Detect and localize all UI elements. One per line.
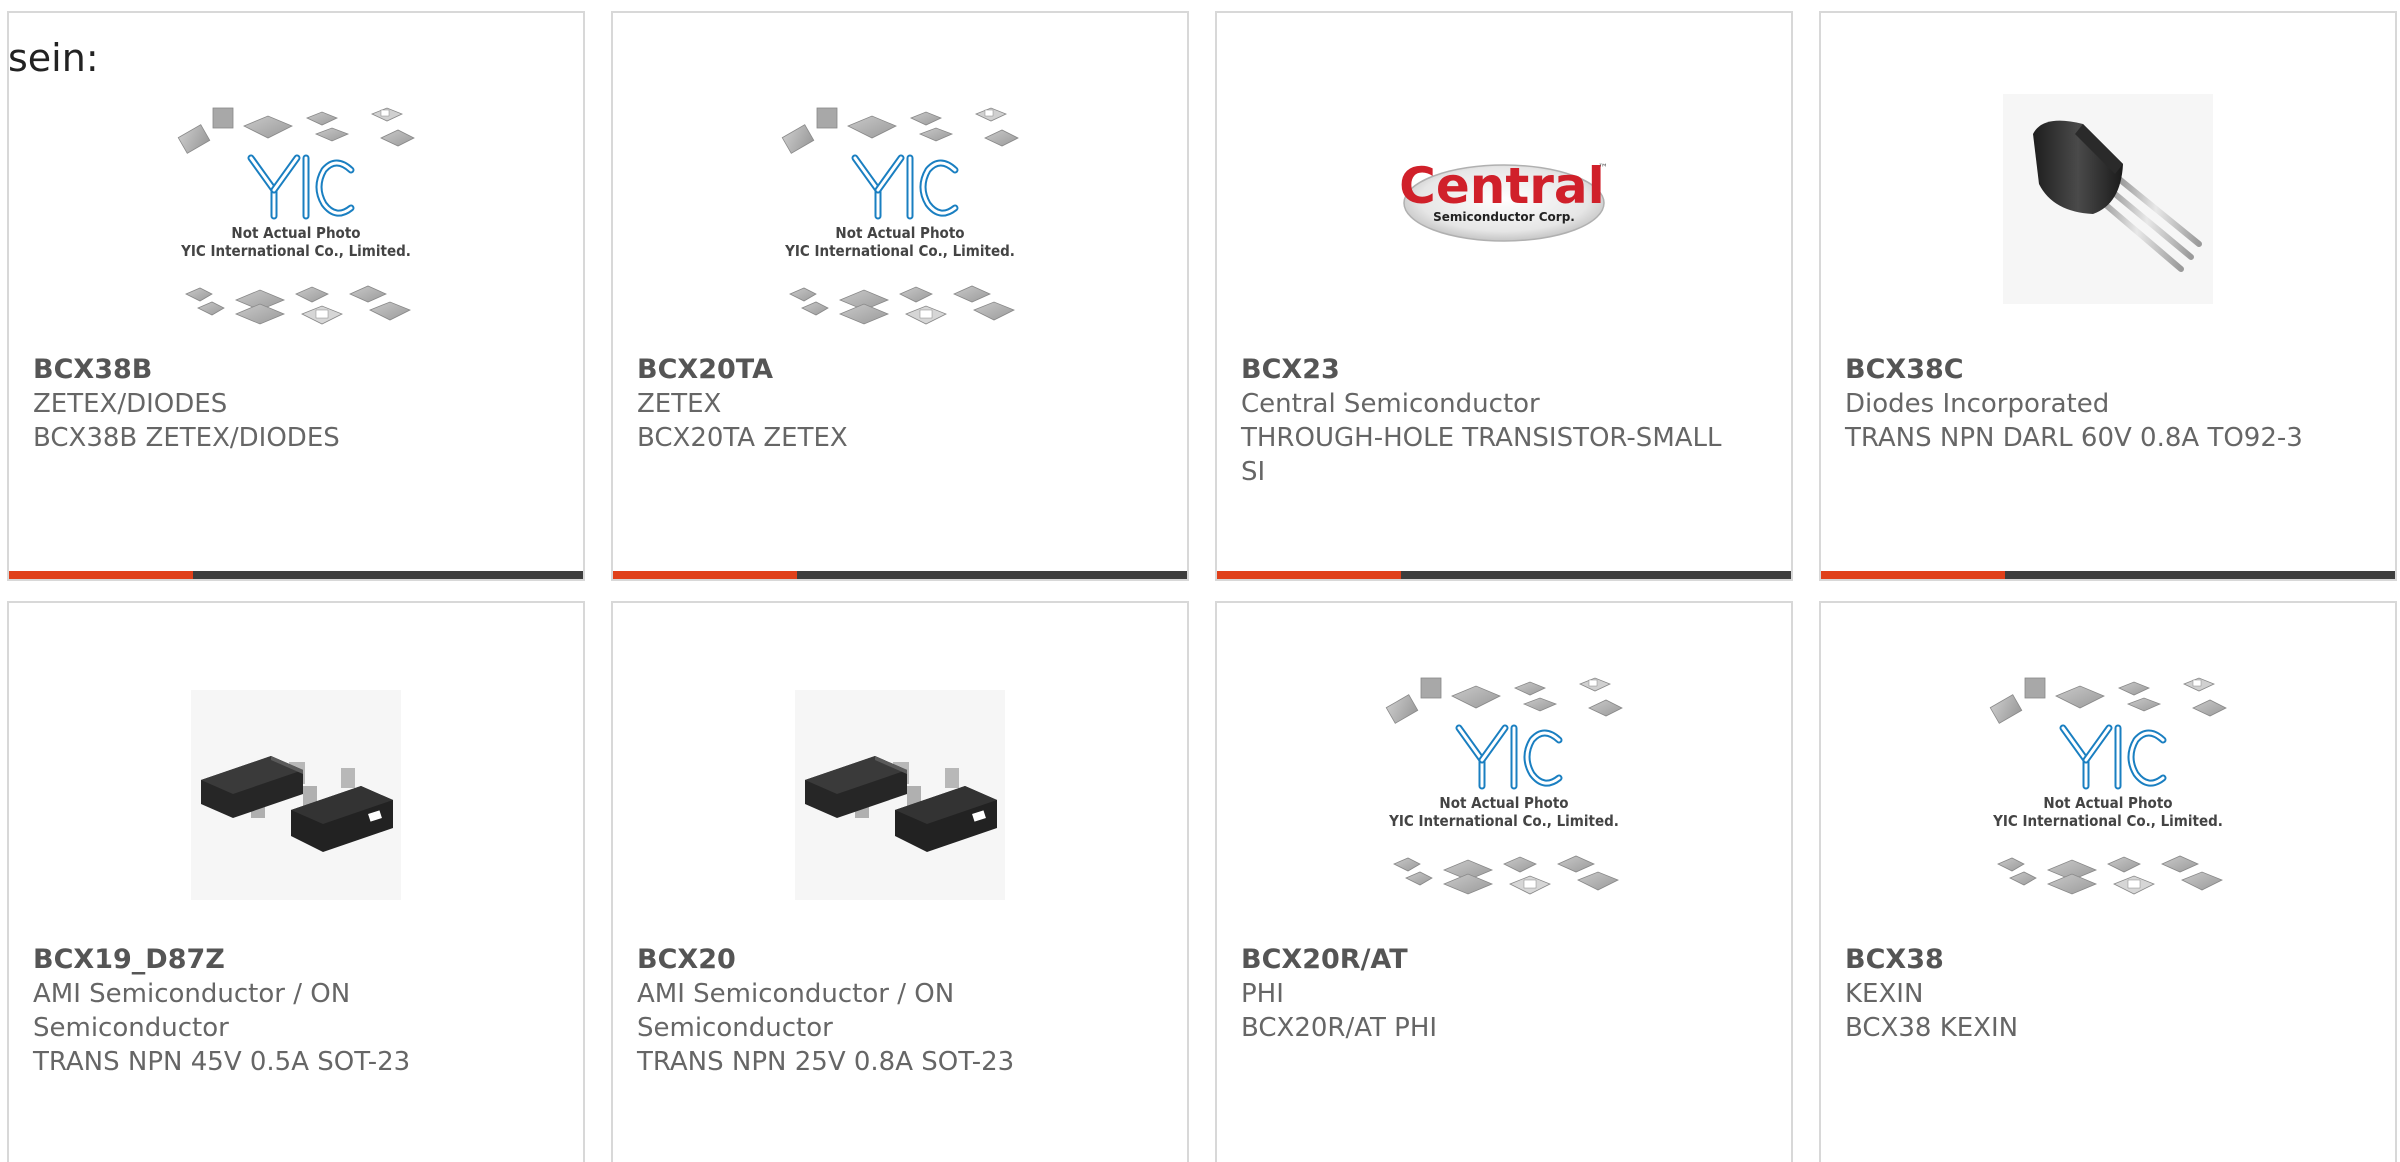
- card-bottom-bar: [9, 571, 583, 579]
- chip-icons-bottom: [1393, 855, 1619, 895]
- card-accent-bar: [9, 571, 193, 579]
- product-info: BCX38C Diodes Incorporated TRANS NPN DAR…: [1845, 353, 2355, 455]
- product-description: BCX38B ZETEX/DIODES: [33, 423, 340, 453]
- part-number-link[interactable]: BCX23: [1241, 353, 1751, 387]
- manufacturer-label: Central Semiconductor: [1241, 389, 1540, 419]
- product-thumbnail[interactable]: Not Actual Photo YIC International Co., …: [1968, 668, 2248, 922]
- card-accent-bar: [1217, 571, 1401, 579]
- product-thumbnail[interactable]: Central ™ Semiconductor Corp.: [1364, 72, 1644, 326]
- card-bottom-bar: [613, 571, 1187, 579]
- placeholder-caption-line1: Not Actual Photo: [231, 224, 360, 242]
- chip-icons-top: [1385, 677, 1623, 724]
- yic-placeholder-image: Not Actual Photo YIC International Co., …: [177, 107, 415, 325]
- svg-text:™: ™: [1598, 163, 1608, 174]
- chip-icons-bottom: [185, 285, 411, 325]
- chip-icons-bottom: [789, 285, 1015, 325]
- placeholder-caption-line1: Not Actual Photo: [1439, 794, 1568, 812]
- product-info: BCX38 KEXIN BCX38 KEXIN: [1845, 943, 2355, 1045]
- intro-text: sein:: [8, 36, 99, 80]
- product-info: BCX23 Central Semiconductor THROUGH-HOLE…: [1241, 353, 1751, 489]
- part-number-link[interactable]: BCX19_D87Z: [33, 943, 543, 977]
- yic-logo: [2059, 724, 2167, 790]
- product-card[interactable]: BCX20 AMI Semiconductor / ON Semiconduct…: [611, 601, 1189, 1162]
- product-card[interactable]: Not Actual Photo YIC International Co., …: [7, 11, 585, 581]
- part-number-link[interactable]: BCX38: [1845, 943, 2355, 977]
- product-info: BCX20R/AT PHI BCX20R/AT PHI: [1241, 943, 1751, 1045]
- placeholder-caption-line1: Not Actual Photo: [2043, 794, 2172, 812]
- product-thumbnail[interactable]: Not Actual Photo YIC International Co., …: [1364, 668, 1644, 922]
- product-description: BCX20TA ZETEX: [637, 423, 848, 453]
- product-card[interactable]: Not Actual Photo YIC International Co., …: [1215, 601, 1793, 1162]
- yic-placeholder-image: Not Actual Photo YIC International Co., …: [781, 107, 1019, 325]
- product-info: BCX20 AMI Semiconductor / ON Semiconduct…: [637, 943, 1147, 1079]
- central-semiconductor-logo: Central ™ Semiconductor Corp.: [1399, 157, 1608, 242]
- product-thumbnail[interactable]: [156, 668, 436, 922]
- placeholder-caption-line2: YIC International Co., Limited.: [784, 242, 1015, 260]
- product-card[interactable]: Not Actual Photo YIC International Co., …: [1819, 601, 2397, 1162]
- central-logo-name: Central: [1399, 157, 1605, 215]
- product-card[interactable]: BCX19_D87Z AMI Semiconductor / ON Semico…: [7, 601, 585, 1162]
- card-bottom-bar: [1217, 571, 1791, 579]
- placeholder-caption-line2: YIC International Co., Limited.: [1388, 812, 1619, 830]
- product-description: THROUGH-HOLE TRANSISTOR-SMALL SI: [1241, 423, 1722, 487]
- to92-transistor-image: [2003, 94, 2213, 304]
- part-number-link[interactable]: BCX38C: [1845, 353, 2355, 387]
- manufacturer-label: KEXIN: [1845, 979, 1924, 1009]
- product-thumbnail[interactable]: Not Actual Photo YIC International Co., …: [156, 98, 436, 352]
- product-grid-page: sein: Not Actual Photo YIC International…: [0, 0, 2400, 1162]
- product-thumbnail[interactable]: [760, 668, 1040, 922]
- chip-icons-top: [177, 107, 415, 154]
- part-number-link[interactable]: BCX38B: [33, 353, 543, 387]
- part-number-link[interactable]: BCX20R/AT: [1241, 943, 1751, 977]
- part-number-link[interactable]: BCX20: [637, 943, 1147, 977]
- card-accent-bar: [1821, 571, 2005, 579]
- product-info: BCX38B ZETEX/DIODES BCX38B ZETEX/DIODES: [33, 353, 543, 455]
- product-description: TRANS NPN DARL 60V 0.8A TO92-3: [1845, 423, 2303, 453]
- manufacturer-label: AMI Semiconductor / ON Semiconductor: [33, 979, 351, 1043]
- part-number-link[interactable]: BCX20TA: [637, 353, 1147, 387]
- chip-icons-top: [781, 107, 1019, 154]
- yic-logo: [247, 154, 355, 220]
- product-card[interactable]: BCX38C Diodes Incorporated TRANS NPN DAR…: [1819, 11, 2397, 581]
- chip-icons-bottom: [1997, 855, 2223, 895]
- chip-icons-top: [1989, 677, 2227, 724]
- product-thumbnail[interactable]: [1968, 72, 2248, 326]
- product-description: BCX38 KEXIN: [1845, 1013, 2019, 1043]
- product-info: BCX19_D87Z AMI Semiconductor / ON Semico…: [33, 943, 543, 1079]
- card-bottom-bar: [1821, 571, 2395, 579]
- manufacturer-label: PHI: [1241, 979, 1284, 1009]
- yic-logo: [851, 154, 959, 220]
- card-accent-bar: [613, 571, 797, 579]
- product-description: BCX20R/AT PHI: [1241, 1013, 1438, 1043]
- placeholder-caption-line2: YIC International Co., Limited.: [1992, 812, 2223, 830]
- yic-placeholder-image: Not Actual Photo YIC International Co., …: [1989, 677, 2227, 895]
- manufacturer-label: AMI Semiconductor / ON Semiconductor: [637, 979, 955, 1043]
- product-info: BCX20TA ZETEX BCX20TA ZETEX: [637, 353, 1147, 455]
- placeholder-caption-line2: YIC International Co., Limited.: [180, 242, 411, 260]
- product-description: TRANS NPN 45V 0.5A SOT-23: [33, 1047, 411, 1077]
- product-card[interactable]: Not Actual Photo YIC International Co., …: [611, 11, 1189, 581]
- yic-placeholder-image: Not Actual Photo YIC International Co., …: [1385, 677, 1623, 895]
- sot23-transistor-image: [191, 690, 401, 900]
- product-card[interactable]: Central ™ Semiconductor Corp. BCX23 Cent…: [1215, 11, 1793, 581]
- central-logo-tagline: Semiconductor Corp.: [1433, 210, 1575, 224]
- yic-logo: [1455, 724, 1563, 790]
- manufacturer-label: ZETEX/DIODES: [33, 389, 228, 419]
- product-thumbnail[interactable]: Not Actual Photo YIC International Co., …: [760, 98, 1040, 352]
- product-description: TRANS NPN 25V 0.8A SOT-23: [637, 1047, 1015, 1077]
- placeholder-caption-line1: Not Actual Photo: [835, 224, 964, 242]
- manufacturer-label: Diodes Incorporated: [1845, 389, 2110, 419]
- manufacturer-label: ZETEX: [637, 389, 722, 419]
- sot23-transistor-image: [795, 690, 1005, 900]
